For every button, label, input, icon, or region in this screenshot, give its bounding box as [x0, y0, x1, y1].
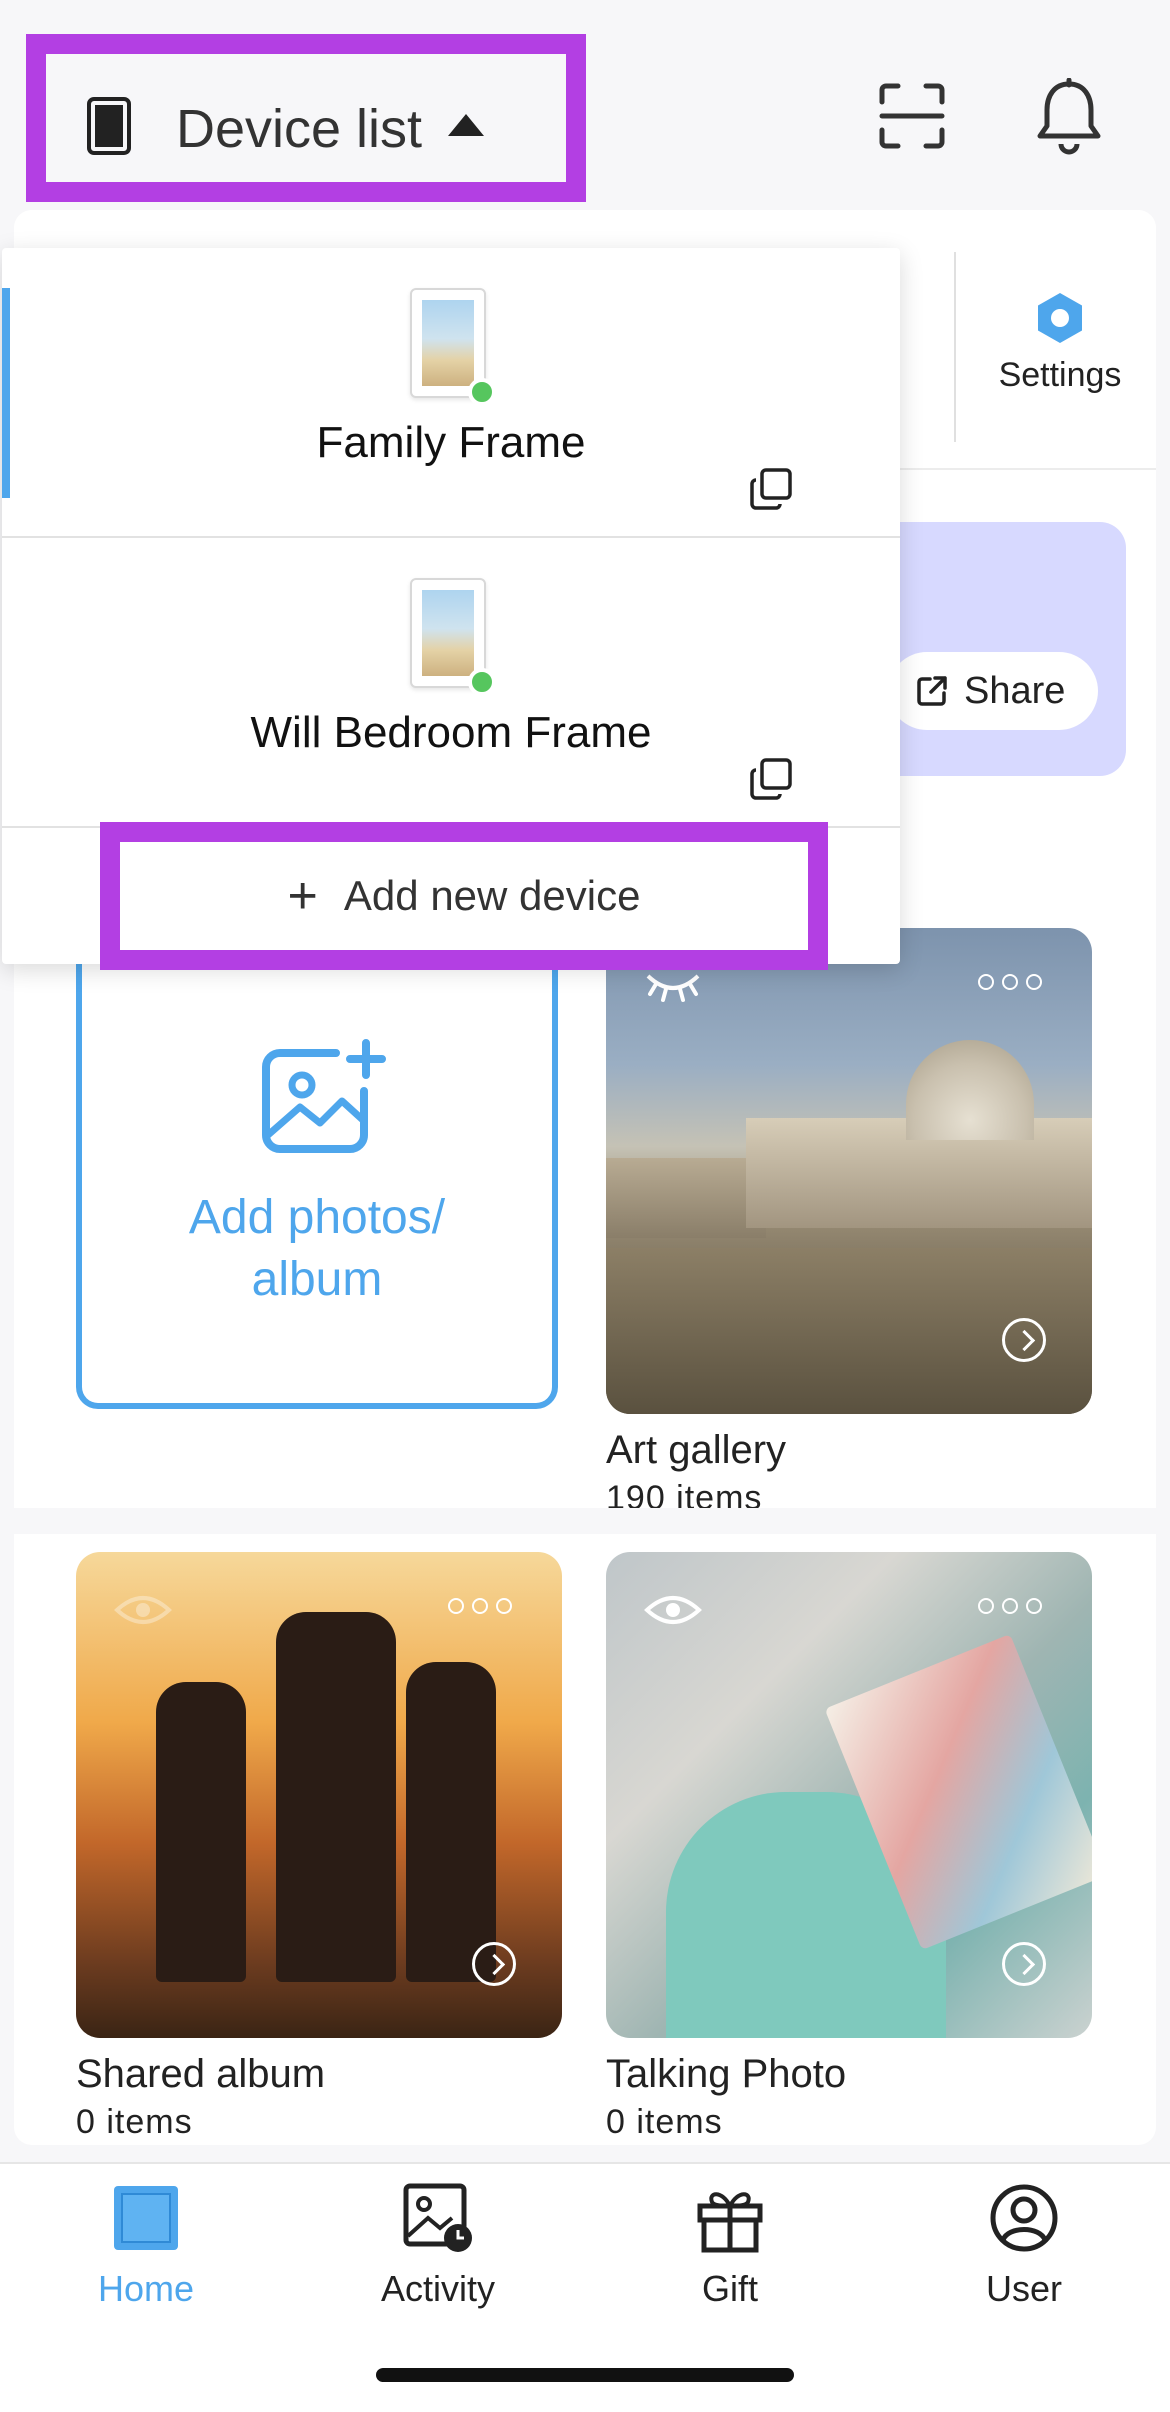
- copy-icon[interactable]: [748, 756, 794, 802]
- eye-icon[interactable]: [114, 1590, 172, 1630]
- album-thumbnail: [606, 1552, 1092, 2038]
- caret-up-icon: [448, 114, 484, 136]
- album-card-shared-album[interactable]: Shared album 0 items: [76, 1552, 562, 2142]
- frame-thumbnail: [410, 578, 496, 696]
- more-icon[interactable]: [448, 1598, 512, 1614]
- add-device-label: Add new device: [343, 872, 641, 919]
- more-icon[interactable]: [978, 1598, 1042, 1614]
- add-photos-card[interactable]: Add photos/ album: [76, 935, 558, 1409]
- home-icon: [114, 2186, 178, 2250]
- album-count: 0 items: [76, 2103, 193, 2141]
- add-photos-label: Add photos/ album: [82, 1187, 552, 1311]
- share-banner: [870, 522, 1126, 776]
- scan-icon[interactable]: [878, 82, 946, 150]
- add-photos-label-line1: Add photos/: [188, 1191, 446, 1244]
- device-list-title: Device list: [176, 99, 423, 159]
- add-photos-label-line2: album: [251, 1253, 383, 1306]
- copy-icon[interactable]: [748, 466, 794, 512]
- settings-hex-icon: [1038, 293, 1082, 343]
- activity-icon: [403, 2183, 472, 2252]
- album-name: Talking Photo: [606, 2052, 847, 2096]
- device-name: Family Frame: [316, 418, 586, 467]
- add-photo-icon: [262, 1039, 386, 1153]
- tab-home[interactable]: Home: [46, 2180, 246, 2310]
- tab-label: Gift: [701, 2268, 758, 2309]
- tab-gift[interactable]: Gift: [630, 2180, 830, 2310]
- bell-icon[interactable]: [1034, 78, 1104, 156]
- phone-icon: [87, 97, 131, 155]
- share-button[interactable]: Share: [888, 652, 1098, 730]
- album-count: 0 items: [606, 2103, 723, 2141]
- tab-label: Home: [97, 2268, 195, 2309]
- top-header: Device list: [0, 0, 1170, 212]
- tab-settings[interactable]: Settings: [980, 290, 1140, 395]
- frame-photo: [422, 300, 474, 386]
- section-divider: [14, 1508, 1156, 1534]
- chevron-right-icon[interactable]: [1002, 1318, 1046, 1362]
- album-name: Art gallery: [606, 1428, 787, 1472]
- frame-photo: [422, 590, 474, 676]
- user-icon: [990, 2184, 1058, 2252]
- plus-icon: +: [287, 867, 318, 925]
- online-status-dot: [468, 378, 496, 406]
- painting-dome: [906, 1040, 1034, 1140]
- album-card-art-gallery[interactable]: Art gallery 190 items: [606, 928, 1092, 1518]
- share-label: Share: [964, 669, 1066, 712]
- tab-label: User: [985, 2268, 1062, 2309]
- device-name: Will Bedroom Frame: [250, 708, 652, 757]
- more-icon[interactable]: [978, 974, 1042, 990]
- tab-activity[interactable]: Activity: [338, 2180, 538, 2310]
- album-card-talking-photo[interactable]: Talking Photo 0 items: [606, 1552, 1092, 2142]
- album-name: Shared album: [76, 2052, 326, 2096]
- device-list-button[interactable]: Device list: [26, 34, 586, 202]
- gift-icon: [697, 2192, 763, 2253]
- home-indicator: [376, 2368, 794, 2382]
- album-thumbnail: [606, 928, 1092, 1414]
- chevron-right-icon[interactable]: [1002, 1942, 1046, 1986]
- external-link-icon: [917, 676, 947, 706]
- tab-label: Activity: [380, 2268, 495, 2309]
- device-item-will-bedroom-frame[interactable]: Will Bedroom Frame: [2, 538, 900, 828]
- add-new-device-button[interactable]: + Add new device: [100, 822, 828, 970]
- chevron-right-icon[interactable]: [472, 1942, 516, 1986]
- settings-label: Settings: [998, 356, 1122, 394]
- online-status-dot: [468, 668, 496, 696]
- tab-divider: [954, 252, 956, 442]
- tab-user[interactable]: User: [924, 2180, 1124, 2310]
- painting-building: [606, 1158, 766, 1238]
- person-silhouette: [406, 1662, 496, 1982]
- album-thumbnail: [76, 1552, 562, 2038]
- person-silhouette: [156, 1682, 246, 1982]
- eye-closed-icon[interactable]: [644, 966, 702, 1006]
- eye-icon[interactable]: [644, 1590, 702, 1630]
- frame-thumbnail: [410, 288, 496, 406]
- person-silhouette: [276, 1612, 396, 1982]
- device-item-family-frame[interactable]: Family Frame: [2, 248, 900, 538]
